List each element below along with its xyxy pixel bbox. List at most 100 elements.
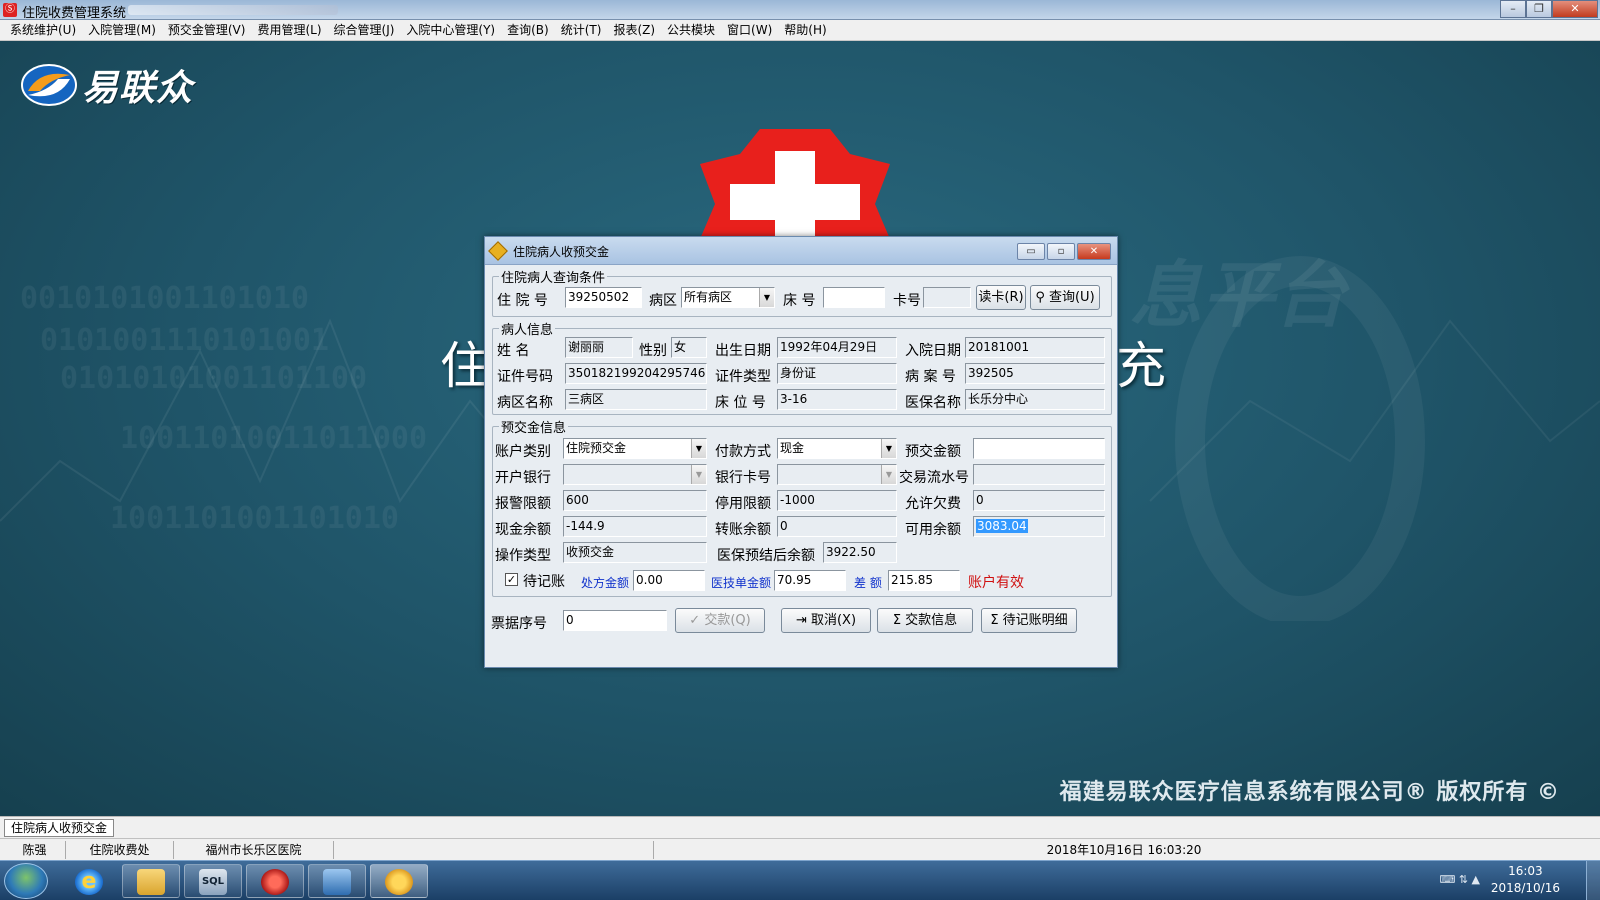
chevron-down-icon[interactable]: ▼ (881, 439, 896, 458)
window-titlebar: Ⓢ 住院收费管理系统 – ❐ ✕ (0, 0, 1600, 21)
menu-item[interactable]: 综合管理(J) (328, 20, 401, 40)
internet-explorer-icon: e (75, 869, 103, 895)
pending-detail-button-label: 待记账明细 (1002, 613, 1068, 628)
id-type-field: 身份证 (777, 363, 897, 384)
deposit-amount-label: 预交金额 (905, 444, 961, 460)
alert-limit-label: 报警限额 (495, 496, 551, 512)
pay-info-button[interactable]: Σ 交款信息 (877, 608, 973, 633)
app-taskbar-button[interactable] (246, 864, 304, 898)
status-user: 陈强 (4, 841, 66, 859)
chevron-down-icon[interactable]: ▼ (759, 288, 774, 307)
exit-door-icon: ⇥ (795, 613, 811, 628)
name-label: 姓 名 (497, 343, 530, 359)
menu-item[interactable]: 报表(Z) (607, 20, 661, 40)
ward-label: 病区 (649, 293, 677, 309)
cancel-button-label: 取消(X) (810, 613, 857, 628)
dialog-title: 住院病人收预交金 (513, 245, 610, 259)
search-button[interactable]: ⚲ 查询(U) (1030, 285, 1100, 310)
window-tabs-bar: 住院病人收预交金 (0, 816, 1600, 838)
bank-card-select[interactable]: ▼ (777, 464, 897, 485)
bank-select[interactable]: ▼ (563, 464, 707, 485)
his-app-icon (385, 869, 413, 895)
chevron-down-icon[interactable]: ▼ (691, 465, 706, 484)
menu-item[interactable]: 窗口(W) (721, 20, 778, 40)
card-input[interactable] (923, 287, 971, 308)
pending-label: 待记账 (523, 574, 565, 590)
status-dept: 住院收费处 (66, 841, 174, 859)
status-hospital: 福州市长乐区医院 (174, 841, 334, 859)
dialog-close-button[interactable]: ✕ (1077, 243, 1111, 260)
maximize-button[interactable]: ❐ (1526, 0, 1552, 18)
chevron-down-icon[interactable]: ▼ (691, 439, 706, 458)
taskbar: e SQL ⌨ ⇅ ▲ 16:03 2018/10/16 (0, 860, 1600, 900)
system-tray-icons[interactable]: ⌨ ⇅ ▲ (1439, 873, 1480, 886)
pending-checkbox[interactable]: ✓ (505, 573, 518, 586)
admission-no-label: 住 院 号 (497, 293, 548, 309)
menu-item[interactable]: 费用管理(L) (251, 20, 327, 40)
show-desktop-button[interactable] (1586, 861, 1600, 900)
minimize-button[interactable]: – (1500, 0, 1526, 18)
remote-taskbar-button[interactable] (308, 864, 366, 898)
close-button[interactable]: ✕ (1552, 0, 1598, 18)
ins-after-label: 医保预结后余额 (717, 548, 815, 564)
checkmark-icon: ✓ (689, 613, 705, 628)
cancel-button[interactable]: ⇥ 取消(X) (781, 608, 871, 633)
deposit-amount-input[interactable] (973, 438, 1105, 459)
bed-no-label: 床 位 号 (715, 395, 766, 411)
menu-item[interactable]: 预交金管理(V) (162, 20, 252, 40)
clock-date: 2018/10/16 (1490, 881, 1560, 895)
account-type-select[interactable]: 住院预交金 ▼ (563, 438, 707, 459)
read-card-button[interactable]: 读卡(R) (976, 285, 1026, 310)
allow-arrears-field: 0 (973, 490, 1105, 511)
chevron-down-icon[interactable]: ▼ (881, 465, 896, 484)
menu-item[interactable]: 查询(B) (501, 20, 555, 40)
gender-label: 性别 (639, 343, 667, 359)
id-no-label: 证件号码 (497, 369, 553, 385)
menu-item[interactable]: 帮助(H) (778, 20, 832, 40)
dialog-maximize-button[interactable]: ▫ (1047, 243, 1075, 260)
txn-input[interactable] (973, 464, 1105, 485)
birth-field: 1992年04月29日 (777, 337, 897, 358)
menu-item[interactable]: 统计(T) (555, 20, 608, 40)
bed-label: 床 号 (783, 293, 816, 309)
app-icon: Ⓢ (3, 3, 17, 17)
windows-start-button[interactable] (4, 863, 48, 899)
his-taskbar-button[interactable] (370, 864, 428, 898)
active-window-tab[interactable]: 住院病人收预交金 (4, 819, 115, 837)
available-balance-label: 可用余额 (905, 522, 961, 538)
tech-amount-label: 医技单金额 (711, 576, 772, 590)
account-type-label: 账户类别 (495, 444, 551, 460)
dialog-minimize-button[interactable]: ▭ (1017, 243, 1045, 260)
copyright-text: 福建易联众医疗信息系统有限公司® 版权所有 © (1059, 780, 1560, 805)
insurance-field: 长乐分中心 (965, 389, 1105, 410)
status-bar: 陈强 住院收费处 福州市长乐区医院 2018年10月16日 16:03:20 (0, 838, 1600, 860)
ie-taskbar-button[interactable]: e (60, 864, 118, 898)
pay-method-select[interactable]: 现金 ▼ (777, 438, 897, 459)
diff-label: 差 额 (854, 576, 882, 590)
transfer-balance-field: 0 (777, 516, 897, 537)
menu-item[interactable]: 入院中心管理(Y) (400, 20, 501, 40)
admission-no-input[interactable]: 39250502 (565, 287, 642, 308)
logo-s-icon (21, 64, 77, 106)
explorer-taskbar-button[interactable] (122, 864, 180, 898)
query-group-legend: 住院病人查询条件 (501, 271, 606, 286)
bed-input[interactable] (823, 287, 885, 308)
dialog-titlebar[interactable]: 住院病人收预交金 ▭ ▫ ✕ (485, 237, 1117, 265)
receipt-input[interactable]: 0 (563, 610, 667, 631)
ward-select[interactable]: 所有病区 ▼ (681, 287, 775, 308)
pay-button[interactable]: ✓ 交款(Q) (675, 608, 765, 633)
status-blank (334, 841, 654, 859)
clock[interactable]: 16:03 2018/10/16 (1491, 863, 1560, 897)
menu-item[interactable]: 系统维护(U) (4, 20, 82, 40)
menu-item[interactable]: 公共模块 (661, 20, 721, 40)
sql-taskbar-button[interactable]: SQL (184, 864, 242, 898)
pay-method-label: 付款方式 (715, 444, 771, 460)
tech-amount-field: 70.95 (774, 570, 846, 591)
status-datetime: 2018年10月16日 16:03:20 (1046, 843, 1202, 857)
menu-item[interactable]: 入院管理(M) (82, 20, 162, 40)
alert-limit-field: 600 (563, 490, 707, 511)
gender-field: 女 (671, 337, 707, 358)
pending-detail-button[interactable]: Σ 待记账明细 (981, 608, 1077, 633)
admit-date-field: 20181001 (965, 337, 1105, 358)
account-type-value: 住院预交金 (566, 441, 627, 455)
